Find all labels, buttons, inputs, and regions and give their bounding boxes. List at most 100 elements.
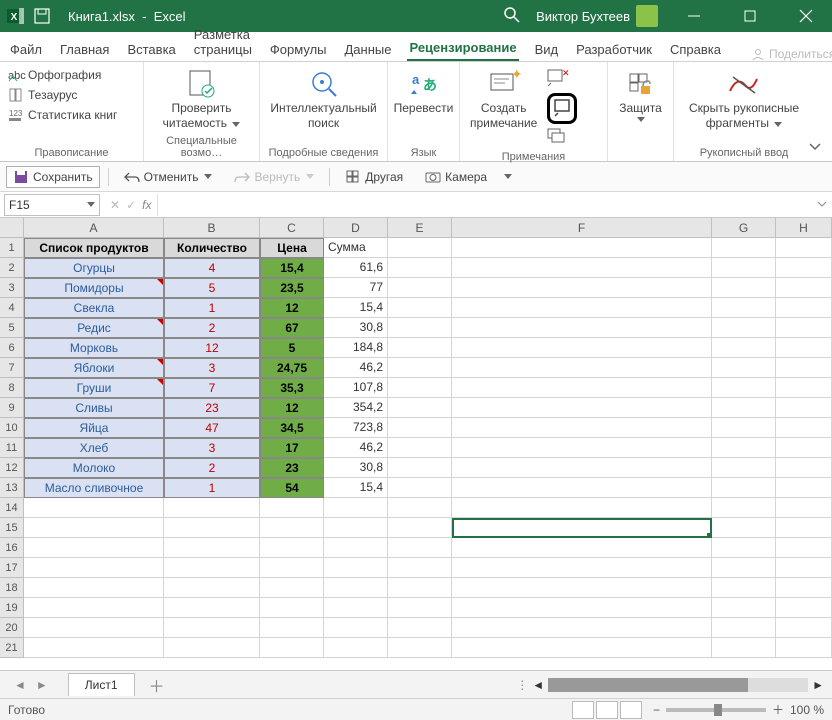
cell[interactable] <box>776 298 832 318</box>
save-icon[interactable] <box>32 6 52 26</box>
cell[interactable] <box>452 238 712 258</box>
row-header[interactable]: 8 <box>0 378 24 398</box>
cell[interactable] <box>24 598 164 618</box>
cell[interactable]: 15,4 <box>324 298 388 318</box>
cell[interactable] <box>776 318 832 338</box>
expand-formula-icon[interactable] <box>812 198 832 212</box>
row-header[interactable]: 2 <box>0 258 24 278</box>
stats-button[interactable]: 123Статистика книг <box>6 106 119 124</box>
cell[interactable] <box>260 558 324 578</box>
row-header[interactable]: 9 <box>0 398 24 418</box>
cell[interactable] <box>452 438 712 458</box>
cell[interactable] <box>324 578 388 598</box>
formula-input[interactable] <box>157 194 812 216</box>
cell[interactable] <box>776 378 832 398</box>
cell[interactable] <box>164 518 260 538</box>
cell[interactable] <box>388 278 452 298</box>
cell[interactable] <box>712 418 776 438</box>
cell[interactable] <box>164 638 260 658</box>
cell[interactable]: 2 <box>164 318 260 338</box>
cell[interactable]: 2 <box>164 458 260 478</box>
cell[interactable] <box>452 298 712 318</box>
cell[interactable] <box>712 378 776 398</box>
hscroll-right-icon[interactable]: ► <box>812 678 824 692</box>
row-header[interactable]: 7 <box>0 358 24 378</box>
hscroll-left-icon[interactable]: ◄ <box>532 678 544 692</box>
cell[interactable]: 1 <box>164 478 260 498</box>
cell[interactable]: Хлеб <box>24 438 164 458</box>
cell[interactable] <box>164 538 260 558</box>
enter-formula-icon[interactable]: ✓ <box>126 198 136 212</box>
cell[interactable] <box>712 598 776 618</box>
col-header-B[interactable]: B <box>164 218 260 238</box>
cell[interactable] <box>776 578 832 598</box>
cell[interactable] <box>324 518 388 538</box>
row-header[interactable]: 5 <box>0 318 24 338</box>
cell[interactable] <box>452 318 712 338</box>
tab-file[interactable]: Файл <box>8 38 44 61</box>
cell[interactable] <box>388 478 452 498</box>
cancel-formula-icon[interactable]: ✕ <box>110 198 120 212</box>
cell[interactable] <box>712 298 776 318</box>
row-header[interactable]: 14 <box>0 498 24 518</box>
cell[interactable]: 34,5 <box>260 418 324 438</box>
cell[interactable] <box>24 518 164 538</box>
row-header[interactable]: 6 <box>0 338 24 358</box>
cell[interactable] <box>452 498 712 518</box>
cell[interactable] <box>388 538 452 558</box>
cell[interactable]: Молоко <box>24 458 164 478</box>
cell[interactable]: Количество <box>164 238 260 258</box>
share-button[interactable]: Поделиться <box>751 47 832 61</box>
row-header[interactable]: 1 <box>0 238 24 258</box>
cell[interactable]: Груши <box>24 378 164 398</box>
cell[interactable] <box>24 578 164 598</box>
cell[interactable] <box>164 558 260 578</box>
cell[interactable] <box>452 458 712 478</box>
cell[interactable] <box>388 638 452 658</box>
spelling-button[interactable]: abcОрфография <box>6 66 119 84</box>
cell[interactable]: 15,4 <box>324 478 388 498</box>
hscrollbar[interactable] <box>548 678 808 692</box>
cell[interactable] <box>712 438 776 458</box>
qat-redo-button[interactable]: Вернуть <box>227 166 321 188</box>
zoom-out-button[interactable]: − <box>653 703 660 717</box>
tab-layout[interactable]: Разметка страницы <box>192 23 254 61</box>
cell[interactable]: Масло сливочное <box>24 478 164 498</box>
search-icon[interactable] <box>504 7 520 26</box>
cell[interactable] <box>776 478 832 498</box>
cell[interactable]: 723,8 <box>324 418 388 438</box>
cell[interactable]: Яблоки <box>24 358 164 378</box>
cell[interactable] <box>712 318 776 338</box>
cell[interactable]: Яйца <box>24 418 164 438</box>
cell[interactable] <box>776 278 832 298</box>
cell[interactable]: 12 <box>260 398 324 418</box>
delete-comment-button[interactable]: ✕ <box>547 68 577 89</box>
cell[interactable] <box>260 538 324 558</box>
cell[interactable] <box>712 518 776 538</box>
select-all-corner[interactable] <box>0 218 24 238</box>
cell[interactable] <box>712 338 776 358</box>
zoom-slider[interactable] <box>666 708 766 712</box>
cell[interactable]: Список продуктов <box>24 238 164 258</box>
col-header-A[interactable]: A <box>24 218 164 238</box>
collapse-ribbon-icon[interactable] <box>808 139 824 155</box>
cell[interactable]: 46,2 <box>324 438 388 458</box>
col-header-F[interactable]: F <box>452 218 712 238</box>
cell[interactable]: 23 <box>260 458 324 478</box>
cell[interactable] <box>388 578 452 598</box>
cell[interactable] <box>452 598 712 618</box>
cell[interactable] <box>324 618 388 638</box>
qat-save-button[interactable]: Сохранить <box>6 166 100 188</box>
cell[interactable] <box>388 258 452 278</box>
cell[interactable]: 23 <box>164 398 260 418</box>
cell[interactable] <box>164 618 260 638</box>
cell[interactable] <box>324 538 388 558</box>
cell[interactable] <box>388 298 452 318</box>
cell[interactable] <box>24 558 164 578</box>
row-header[interactable]: 21 <box>0 638 24 658</box>
smart-lookup-button[interactable]: Интеллектуальный поиск <box>266 66 380 132</box>
row-header[interactable]: 19 <box>0 598 24 618</box>
cell[interactable] <box>712 258 776 278</box>
cell[interactable] <box>452 538 712 558</box>
cell[interactable] <box>260 578 324 598</box>
